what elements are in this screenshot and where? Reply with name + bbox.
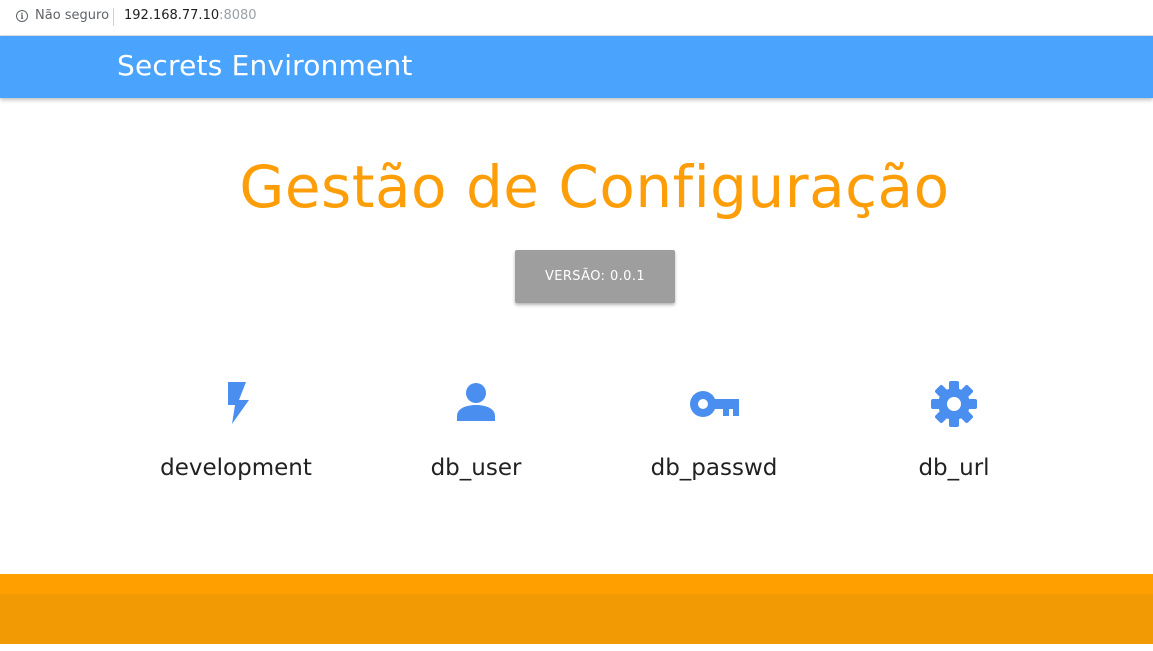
version-button[interactable]: VERSÃO: 0.0.1 <box>515 250 675 303</box>
feature-label: db_passwd <box>650 455 778 481</box>
url-port: :8080 <box>219 8 257 23</box>
gear-icon <box>924 374 984 430</box>
person-icon <box>446 374 506 430</box>
app-title[interactable]: Secrets Environment <box>117 49 413 82</box>
feature-db-passwd[interactable]: db_passwd <box>594 372 834 502</box>
browser-address-bar[interactable]: i Não seguro 192.168.77.10:8080 <box>0 0 1153 36</box>
feature-label: db_user <box>430 455 522 481</box>
feature-label: db_url <box>918 455 990 481</box>
feature-db-user[interactable]: db_user <box>356 372 596 502</box>
footer-top-band <box>0 574 1153 594</box>
url-host: 192.168.77.10 <box>124 8 220 23</box>
feature-label: development <box>160 455 312 481</box>
bolt-icon <box>206 374 266 430</box>
bottom-strip <box>0 644 1153 651</box>
feature-development[interactable]: development <box>116 372 356 502</box>
page-footer <box>0 574 1153 644</box>
url-field[interactable]: 192.168.77.10:8080 <box>124 8 257 23</box>
key-icon <box>684 374 744 430</box>
address-separator <box>113 8 114 26</box>
info-icon[interactable]: i <box>16 10 28 22</box>
page-title: Gestão de Configuração <box>239 153 950 221</box>
security-label[interactable]: Não seguro <box>35 8 109 23</box>
app-bar: Secrets Environment <box>0 36 1153 98</box>
feature-db-url[interactable]: db_url <box>834 372 1074 502</box>
